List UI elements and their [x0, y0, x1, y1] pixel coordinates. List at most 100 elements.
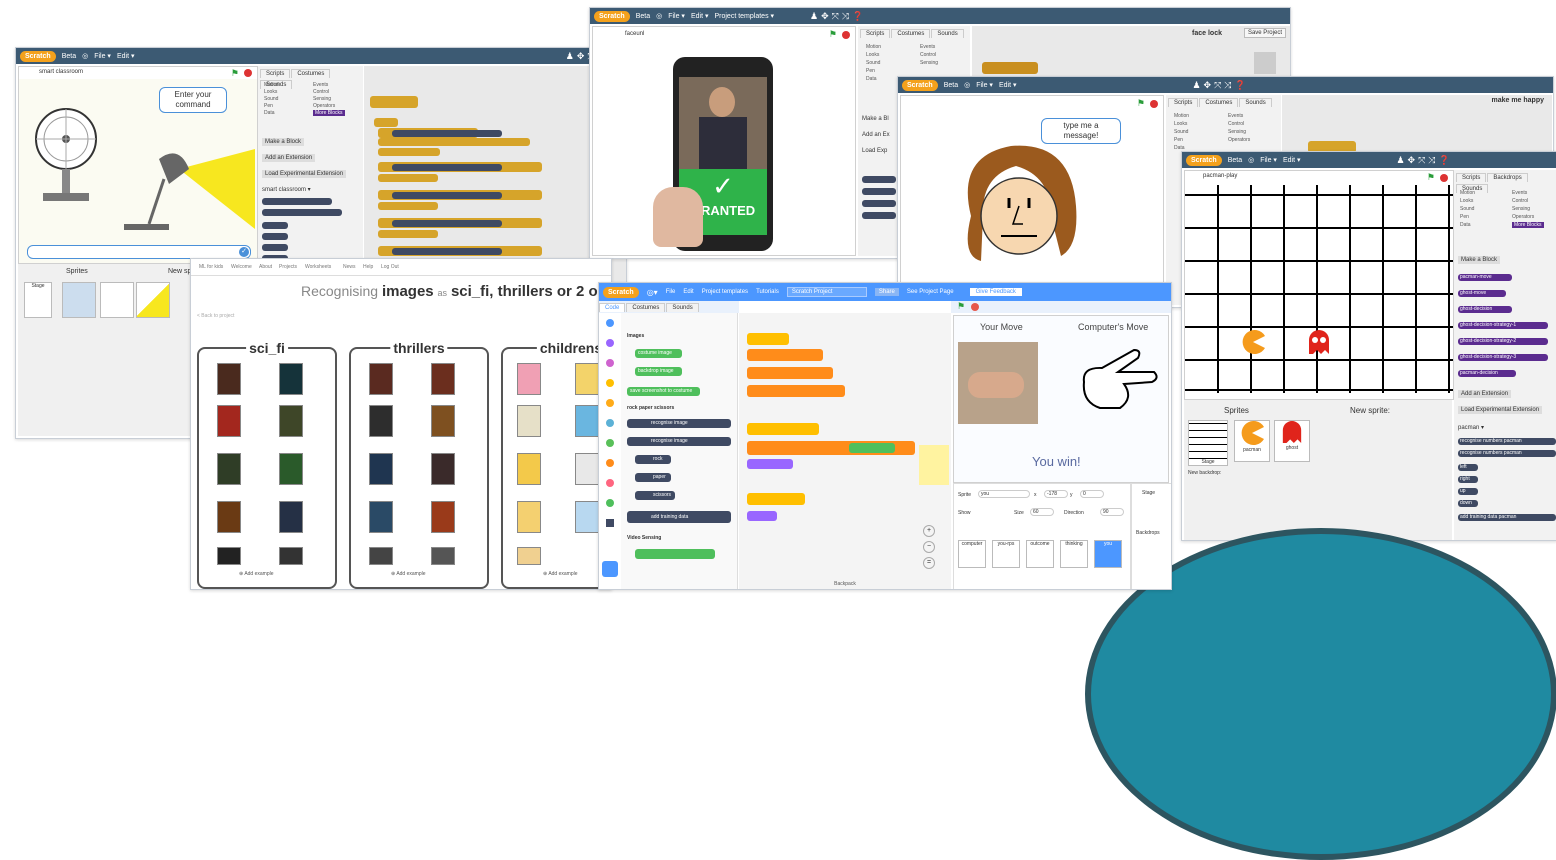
menu-edit[interactable]: Edit	[683, 289, 693, 295]
stage[interactable]: pacman-play ⚑	[1184, 170, 1454, 400]
training-image[interactable]	[369, 547, 393, 565]
category-looks[interactable]: Looks	[1174, 121, 1187, 127]
category-sound[interactable]: Sound	[264, 96, 278, 102]
training-image[interactable]	[517, 501, 541, 533]
category-control[interactable]	[606, 399, 614, 407]
training-image[interactable]	[431, 405, 455, 437]
tab-costumes[interactable]: Costumes	[891, 29, 931, 38]
menu-edit[interactable]: Edit ▾	[999, 81, 1017, 89]
script-reporter[interactable]	[849, 443, 895, 453]
script-block[interactable]	[392, 248, 502, 255]
category-operators[interactable]: Operators	[313, 103, 335, 109]
zoom-reset-icon[interactable]: =	[923, 557, 935, 569]
block-right[interactable]: right	[1458, 476, 1478, 483]
script-hat-block[interactable]	[747, 423, 819, 435]
stage[interactable]: Your Move Computer's Move You win!	[953, 315, 1169, 483]
category-motion[interactable]: Motion	[1460, 190, 1475, 196]
category-sensing[interactable]	[606, 419, 614, 427]
back-link[interactable]: < Back to project	[197, 313, 234, 319]
tab-costumes[interactable]: Costumes	[626, 303, 666, 312]
sprite-thumb-pacman[interactable]: pacman	[1234, 420, 1270, 462]
category-data[interactable]: Data	[264, 110, 275, 116]
make-block-button[interactable]: Make a Block	[1458, 256, 1501, 264]
category-variables[interactable]	[606, 459, 614, 467]
tab-sounds[interactable]: Sounds	[666, 303, 699, 312]
tab-scripts[interactable]: Scripts	[1456, 173, 1487, 182]
category-control[interactable]: Control	[1228, 121, 1244, 127]
make-block-button[interactable]: Make a Block	[262, 138, 305, 146]
nav-help[interactable]: Help	[363, 264, 373, 270]
stop-icon[interactable]	[1150, 100, 1158, 108]
block-recognise-numbers[interactable]: recognise numbers pacman	[1458, 438, 1556, 445]
block-backdrop-image[interactable]: backdrop image	[635, 367, 682, 376]
training-image[interactable]	[369, 453, 393, 485]
script-block[interactable]	[747, 459, 793, 469]
script-block[interactable]	[378, 202, 438, 210]
share-button[interactable]: Share	[874, 288, 899, 296]
menu-beta[interactable]: Beta	[636, 13, 650, 20]
globe-icon[interactable]: ◎	[82, 52, 88, 60]
stage-thumb[interactable]: Stage	[1188, 420, 1228, 466]
add-example-button[interactable]: ⊕ Add example	[239, 571, 274, 577]
category-sound[interactable]	[606, 359, 614, 367]
sprite-thumb-you-rps[interactable]: you-rps	[992, 540, 1020, 568]
block-scissors[interactable]: scissors	[635, 491, 675, 500]
stop-icon[interactable]	[1440, 174, 1448, 182]
answer-input[interactable]: ✓	[27, 245, 251, 259]
training-image[interactable]	[279, 363, 303, 395]
script-hat-block[interactable]	[747, 493, 805, 505]
check-icon[interactable]: ✓	[239, 247, 249, 257]
training-image[interactable]	[517, 405, 541, 437]
globe-icon[interactable]: ◎	[1248, 156, 1254, 164]
globe-icon[interactable]: ◎	[964, 81, 970, 89]
block-add-training-data[interactable]: add training data pacman	[1458, 514, 1556, 521]
category-operators[interactable]: Operators	[1228, 137, 1250, 143]
load-extension-button[interactable]: Load Exp	[862, 148, 887, 154]
toolbar-icons[interactable]: ♟✥⤧⤨❓	[1396, 155, 1452, 166]
custom-block-pacman-move[interactable]: pacman-move	[1458, 274, 1512, 281]
category-more-blocks[interactable]: More Blocks	[313, 110, 345, 116]
block-down[interactable]: down	[1458, 500, 1478, 507]
training-image[interactable]	[575, 501, 599, 533]
globe-icon[interactable]: ◎▾	[647, 288, 658, 297]
code-area[interactable]: + − =	[739, 313, 951, 589]
training-image[interactable]	[217, 405, 241, 437]
category-rock-paper-scissors[interactable]	[606, 519, 614, 527]
menu-file[interactable]: File	[666, 289, 676, 295]
stop-icon[interactable]	[971, 303, 979, 311]
script-block[interactable]	[370, 96, 418, 108]
script-block[interactable]	[747, 385, 845, 397]
stage[interactable]: faceunl ⚑ ✓ GRANTED	[592, 26, 856, 256]
category-control[interactable]: Control	[313, 89, 329, 95]
category-data[interactable]: Data	[866, 76, 877, 82]
tab-scripts[interactable]: Scripts	[260, 69, 291, 78]
block-costume-image[interactable]: costume image	[635, 349, 682, 358]
custom-block-ghost-move[interactable]: ghost-move	[1458, 290, 1506, 297]
script-block[interactable]	[982, 62, 1038, 74]
script-block[interactable]	[392, 220, 502, 227]
category-motion[interactable]: Motion	[1174, 113, 1189, 119]
add-extension-button[interactable]: Add an Ex	[862, 132, 890, 138]
category-control[interactable]: Control	[920, 52, 936, 58]
category-events[interactable]: Events	[920, 44, 935, 50]
tab-backdrops[interactable]: Backdrops	[1487, 173, 1528, 182]
training-image[interactable]	[431, 547, 455, 565]
see-project-page-button[interactable]: See Project Page	[907, 289, 954, 295]
tab-costumes[interactable]: Costumes	[1199, 98, 1239, 107]
nav-home[interactable]: ML for kids	[199, 264, 223, 270]
training-image[interactable]	[369, 405, 393, 437]
sticky-note[interactable]	[919, 445, 949, 485]
script-block[interactable]	[378, 148, 440, 156]
backpack-bar[interactable]: Backpack	[739, 581, 951, 587]
menu-tutorials[interactable]: Tutorials	[756, 289, 779, 295]
palette-block[interactable]	[262, 233, 288, 240]
stop-icon[interactable]	[842, 31, 850, 39]
scratch-logo[interactable]: Scratch	[594, 10, 630, 22]
script-block[interactable]	[378, 230, 438, 238]
nav-about[interactable]: About	[259, 264, 272, 270]
training-image[interactable]	[575, 405, 599, 437]
stop-icon[interactable]	[244, 69, 252, 77]
category-sensing[interactable]: Sensing	[920, 60, 938, 66]
category-operators[interactable]	[606, 439, 614, 447]
custom-block-ghost-strategy-2[interactable]: ghost-decision-strategy-2	[1458, 338, 1548, 345]
